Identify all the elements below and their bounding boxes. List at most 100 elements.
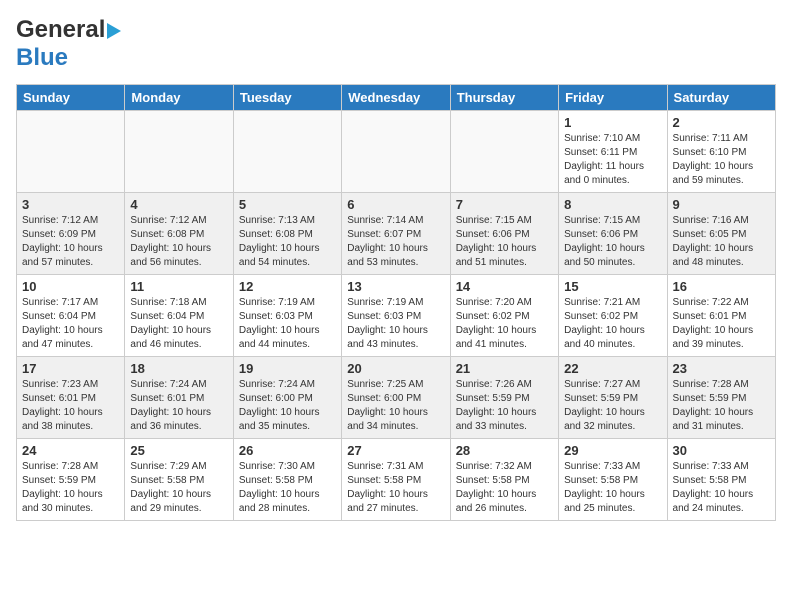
day-info: Sunrise: 7:16 AM Sunset: 6:05 PM Dayligh… <box>673 214 770 270</box>
weekday-header: Friday <box>559 85 667 111</box>
weekday-header: Wednesday <box>342 85 450 111</box>
day-number: 6 <box>347 197 444 212</box>
calendar-cell: 4 Sunrise: 7:12 AM Sunset: 6:08 PM Daylig… <box>125 193 233 275</box>
weekday-header: Monday <box>125 85 233 111</box>
day-info: Sunrise: 7:17 AM Sunset: 6:04 PM Dayligh… <box>22 296 119 352</box>
day-info: Sunrise: 7:19 AM Sunset: 6:03 PM Dayligh… <box>239 296 336 352</box>
calendar-week-row: 3Sunrise: 7:12 AM Sunset: 6:09 PM Daylig… <box>17 193 776 275</box>
day-number: 13 <box>347 279 444 294</box>
day-number: 14 <box>456 279 553 294</box>
weekday-header: Thursday <box>450 85 558 111</box>
calendar-cell: 17 Sunrise: 7:23 AM Sunset: 6:01 PM Dayli… <box>17 357 125 439</box>
day-info: Sunrise: 7:12 AM Sunset: 6:08 PM Dayligh… <box>130 214 227 270</box>
calendar-cell: 11 Sunrise: 7:18 AM Sunset: 6:04 PM Dayli… <box>125 275 233 357</box>
day-number: 30 <box>673 443 770 458</box>
day-number: 15 <box>564 279 661 294</box>
day-number: 19 <box>239 361 336 376</box>
calendar-cell: 18Sunrise: 7:24 AM Sunset: 6:01 PM Dayli… <box>125 357 233 439</box>
day-number: 11 <box>130 279 227 294</box>
calendar-cell: 7 Sunrise: 7:15 AM Sunset: 6:06 PM Daylig… <box>450 193 558 275</box>
day-number: 18 <box>130 361 227 376</box>
calendar-cell: 21 Sunrise: 7:26 AM Sunset: 5:59 PM Dayli… <box>450 357 558 439</box>
day-info: Sunrise: 7:33 AM Sunset: 5:58 PM Dayligh… <box>673 460 770 516</box>
day-info: Sunrise: 7:29 AM Sunset: 5:58 PM Dayligh… <box>130 460 227 516</box>
day-info: Sunrise: 7:20 AM Sunset: 6:02 PM Dayligh… <box>456 296 553 352</box>
calendar-cell <box>17 111 125 193</box>
calendar-cell <box>450 111 558 193</box>
calendar-cell: 2 Sunrise: 7:11 AM Sunset: 6:10 PM Daylig… <box>667 111 775 193</box>
calendar-cell: 6 Sunrise: 7:14 AM Sunset: 6:07 PM Daylig… <box>342 193 450 275</box>
calendar-table: SundayMondayTuesdayWednesdayThursdayFrid… <box>16 84 776 521</box>
calendar-week-row: 24Sunrise: 7:28 AM Sunset: 5:59 PM Dayli… <box>17 439 776 521</box>
day-info: Sunrise: 7:25 AM Sunset: 6:00 PM Dayligh… <box>347 378 444 434</box>
day-number: 16 <box>673 279 770 294</box>
day-info: Sunrise: 7:11 AM Sunset: 6:10 PM Dayligh… <box>673 132 770 188</box>
logo: General Blue <box>16 16 121 72</box>
day-number: 27 <box>347 443 444 458</box>
day-info: Sunrise: 7:31 AM Sunset: 5:58 PM Dayligh… <box>347 460 444 516</box>
day-number: 9 <box>673 197 770 212</box>
day-info: Sunrise: 7:30 AM Sunset: 5:58 PM Dayligh… <box>239 460 336 516</box>
day-info: Sunrise: 7:15 AM Sunset: 6:06 PM Dayligh… <box>456 214 553 270</box>
day-number: 2 <box>673 115 770 130</box>
day-number: 21 <box>456 361 553 376</box>
calendar-cell: 15 Sunrise: 7:21 AM Sunset: 6:02 PM Dayli… <box>559 275 667 357</box>
day-info: Sunrise: 7:28 AM Sunset: 5:59 PM Dayligh… <box>673 378 770 434</box>
day-info: Sunrise: 7:33 AM Sunset: 5:58 PM Dayligh… <box>564 460 661 516</box>
day-number: 1 <box>564 115 661 130</box>
day-number: 29 <box>564 443 661 458</box>
calendar-cell: 30 Sunrise: 7:33 AM Sunset: 5:58 PM Dayli… <box>667 439 775 521</box>
logo-blue: Blue <box>16 44 68 71</box>
day-number: 22 <box>564 361 661 376</box>
logo-arrow-icon <box>107 23 121 39</box>
day-info: Sunrise: 7:15 AM Sunset: 6:06 PM Dayligh… <box>564 214 661 270</box>
calendar-cell: 14 Sunrise: 7:20 AM Sunset: 6:02 PM Dayli… <box>450 275 558 357</box>
calendar-cell: 22 Sunrise: 7:27 AM Sunset: 5:59 PM Dayli… <box>559 357 667 439</box>
day-number: 4 <box>130 197 227 212</box>
calendar-cell: 26Sunrise: 7:30 AM Sunset: 5:58 PM Dayli… <box>233 439 341 521</box>
calendar-cell: 19 Sunrise: 7:24 AM Sunset: 6:00 PM Dayli… <box>233 357 341 439</box>
weekday-header: Saturday <box>667 85 775 111</box>
calendar-cell: 27 Sunrise: 7:31 AM Sunset: 5:58 PM Dayli… <box>342 439 450 521</box>
day-info: Sunrise: 7:27 AM Sunset: 5:59 PM Dayligh… <box>564 378 661 434</box>
day-info: Sunrise: 7:10 AM Sunset: 6:11 PM Dayligh… <box>564 132 661 188</box>
day-number: 17 <box>22 361 119 376</box>
day-info: Sunrise: 7:28 AM Sunset: 5:59 PM Dayligh… <box>22 460 119 516</box>
day-number: 7 <box>456 197 553 212</box>
day-number: 20 <box>347 361 444 376</box>
calendar-week-row: 10 Sunrise: 7:17 AM Sunset: 6:04 PM Dayli… <box>17 275 776 357</box>
day-number: 5 <box>239 197 336 212</box>
day-info: Sunrise: 7:18 AM Sunset: 6:04 PM Dayligh… <box>130 296 227 352</box>
logo-general: General <box>16 16 105 44</box>
calendar-week-row: 1 Sunrise: 7:10 AM Sunset: 6:11 PM Daylig… <box>17 111 776 193</box>
day-number: 12 <box>239 279 336 294</box>
calendar-cell: 3Sunrise: 7:12 AM Sunset: 6:09 PM Daylig… <box>17 193 125 275</box>
calendar-cell: 23Sunrise: 7:28 AM Sunset: 5:59 PM Dayli… <box>667 357 775 439</box>
calendar-cell: 24Sunrise: 7:28 AM Sunset: 5:59 PM Dayli… <box>17 439 125 521</box>
calendar-cell: 5Sunrise: 7:13 AM Sunset: 6:08 PM Daylig… <box>233 193 341 275</box>
calendar-cell: 8 Sunrise: 7:15 AM Sunset: 6:06 PM Daylig… <box>559 193 667 275</box>
calendar-cell: 16 Sunrise: 7:22 AM Sunset: 6:01 PM Dayli… <box>667 275 775 357</box>
day-number: 10 <box>22 279 119 294</box>
day-info: Sunrise: 7:22 AM Sunset: 6:01 PM Dayligh… <box>673 296 770 352</box>
day-info: Sunrise: 7:23 AM Sunset: 6:01 PM Dayligh… <box>22 378 119 434</box>
day-number: 25 <box>130 443 227 458</box>
calendar-cell: 29 Sunrise: 7:33 AM Sunset: 5:58 PM Dayli… <box>559 439 667 521</box>
day-number: 28 <box>456 443 553 458</box>
day-number: 8 <box>564 197 661 212</box>
weekday-header: Tuesday <box>233 85 341 111</box>
calendar-week-row: 17 Sunrise: 7:23 AM Sunset: 6:01 PM Dayli… <box>17 357 776 439</box>
day-info: Sunrise: 7:26 AM Sunset: 5:59 PM Dayligh… <box>456 378 553 434</box>
calendar-cell: 10 Sunrise: 7:17 AM Sunset: 6:04 PM Dayli… <box>17 275 125 357</box>
day-info: Sunrise: 7:21 AM Sunset: 6:02 PM Dayligh… <box>564 296 661 352</box>
calendar-cell <box>233 111 341 193</box>
calendar-cell <box>342 111 450 193</box>
calendar-header-row: SundayMondayTuesdayWednesdayThursdayFrid… <box>17 85 776 111</box>
calendar-cell: 1 Sunrise: 7:10 AM Sunset: 6:11 PM Daylig… <box>559 111 667 193</box>
day-info: Sunrise: 7:24 AM Sunset: 6:00 PM Dayligh… <box>239 378 336 434</box>
weekday-header: Sunday <box>17 85 125 111</box>
calendar-cell: 9 Sunrise: 7:16 AM Sunset: 6:05 PM Daylig… <box>667 193 775 275</box>
day-info: Sunrise: 7:14 AM Sunset: 6:07 PM Dayligh… <box>347 214 444 270</box>
day-number: 3 <box>22 197 119 212</box>
calendar-cell: 12 Sunrise: 7:19 AM Sunset: 6:03 PM Dayli… <box>233 275 341 357</box>
